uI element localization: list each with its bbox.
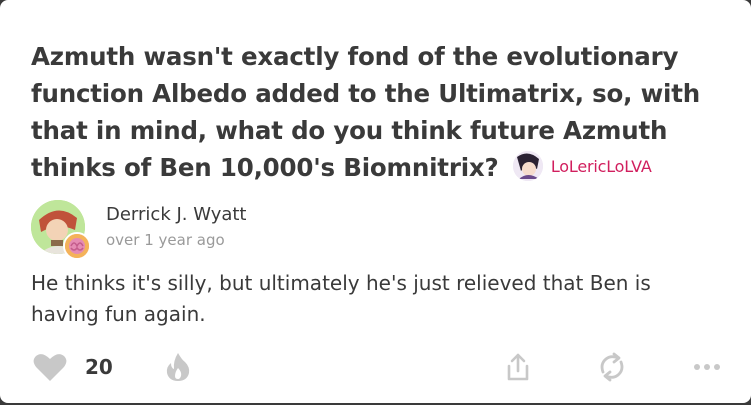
- asker-name[interactable]: LoLericLoLVA: [551, 148, 652, 185]
- ellipsis-icon[interactable]: [693, 362, 721, 372]
- repost-icon[interactable]: [597, 352, 627, 382]
- repost-button[interactable]: [597, 345, 627, 389]
- asker[interactable]: LoLericLoLVA: [512, 148, 652, 185]
- brain-badge-icon: [63, 232, 91, 260]
- question-block: Azmuth wasn't exactly fond of the evolut…: [31, 38, 721, 188]
- fire-button[interactable]: [165, 345, 191, 389]
- heart-icon[interactable]: [33, 352, 67, 382]
- answer-card: Azmuth wasn't exactly fond of the evolut…: [0, 0, 751, 403]
- author-name[interactable]: Derrick J. Wyatt: [106, 204, 247, 225]
- share-button[interactable]: [505, 345, 531, 389]
- more-button[interactable]: [693, 345, 721, 389]
- asker-avatar[interactable]: [512, 151, 543, 181]
- share-icon[interactable]: [505, 352, 531, 382]
- like-count: 20: [85, 355, 113, 379]
- answer-text: He thinks it's silly, but ultimately he'…: [31, 271, 651, 326]
- like-button[interactable]: 20: [33, 345, 113, 389]
- flame-icon[interactable]: [165, 352, 191, 382]
- answer-timestamp: over 1 year ago: [106, 231, 225, 249]
- action-bar: 20: [0, 345, 751, 389]
